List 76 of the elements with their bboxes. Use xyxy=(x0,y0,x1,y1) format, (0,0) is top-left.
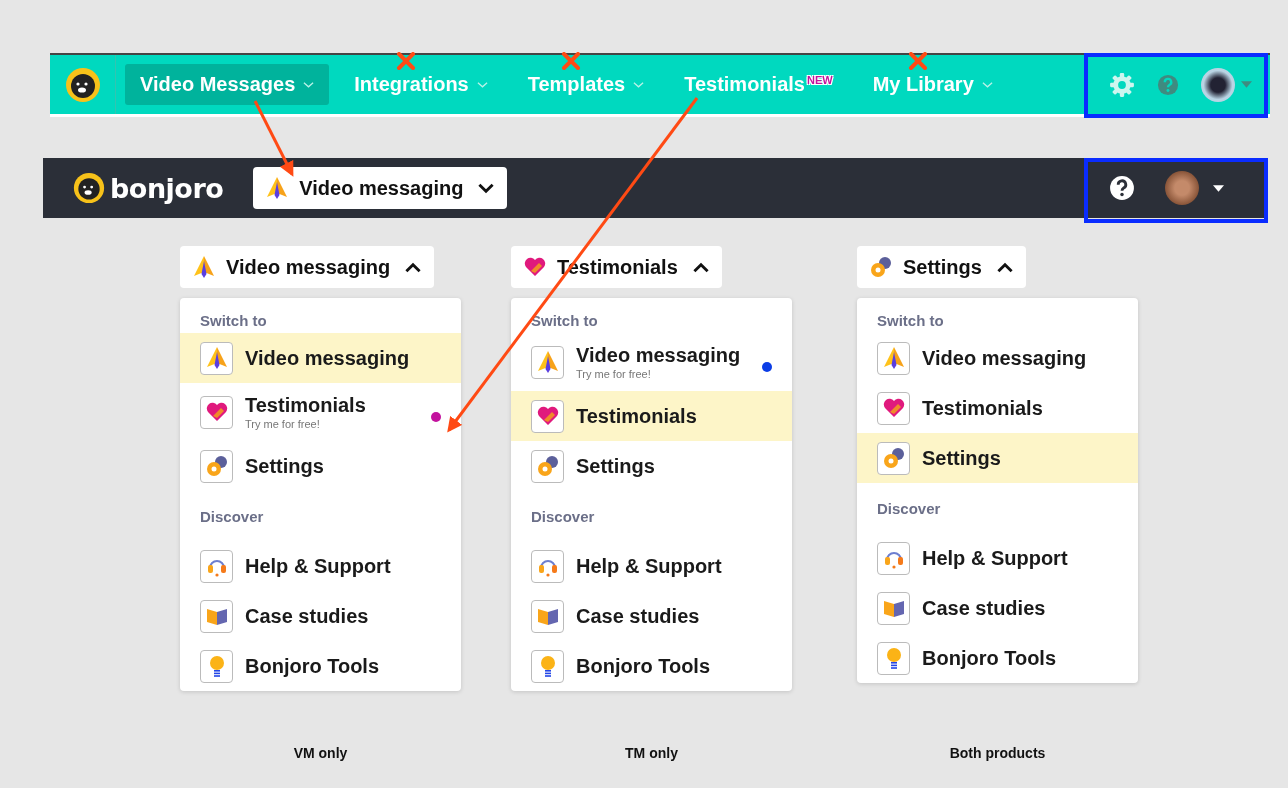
rocket-icon xyxy=(531,345,564,379)
menu-item-label: Help & Support xyxy=(576,554,722,578)
section-heading: Discover xyxy=(530,507,596,527)
gear-icon xyxy=(200,449,233,483)
section-heading: Switch to xyxy=(530,311,599,331)
menu-item-label: Settings xyxy=(245,454,324,478)
menu-item[interactable]: Video messaging xyxy=(857,333,1138,383)
product-switcher-button[interactable]: Video messaging xyxy=(180,246,435,288)
column-caption: Both products xyxy=(949,745,1046,761)
column-caption: VM only xyxy=(293,745,348,761)
menu-item[interactable]: Testimonials xyxy=(857,383,1138,433)
gear-icon xyxy=(869,255,893,279)
menu-item-label: Bonjoro Tools xyxy=(245,654,380,678)
product-switcher-button[interactable]: Settings xyxy=(857,246,1026,288)
headset-icon xyxy=(877,541,910,575)
heart-icon xyxy=(523,255,547,279)
help-icon[interactable] xyxy=(1109,175,1135,201)
rocket-icon xyxy=(877,341,910,375)
gear-icon xyxy=(877,441,910,475)
lightbulb-icon xyxy=(877,641,910,675)
menu-item-label: Video messaging xyxy=(245,346,410,370)
section-heading: Switch to xyxy=(876,311,945,331)
menu-item[interactable]: Settings xyxy=(857,433,1138,483)
brand-name: bonjoro xyxy=(110,172,224,204)
menu-item[interactable]: Help & Support xyxy=(511,541,792,591)
menu-item[interactable]: Settings xyxy=(180,441,461,491)
menu-item[interactable]: Testimonials Try me for free! xyxy=(180,383,461,441)
menu-item[interactable]: Video messaging xyxy=(180,333,461,383)
product-switcher-button[interactable]: Video messaging xyxy=(253,167,508,209)
menu-item[interactable]: Help & Support xyxy=(857,533,1138,583)
bear-logo-icon xyxy=(73,172,105,204)
menu-item[interactable]: Bonjoro Tools xyxy=(180,641,461,691)
caret-icon[interactable] xyxy=(1213,184,1224,192)
menu-item[interactable]: Case studies xyxy=(180,591,461,641)
lightbulb-icon xyxy=(531,649,564,683)
lightbulb-icon xyxy=(200,649,233,683)
menu-item-label: Case studies xyxy=(576,604,700,628)
book-icon xyxy=(877,591,910,625)
menu-item-label: Testimonials xyxy=(245,394,366,417)
book-icon xyxy=(200,599,233,633)
menu-item[interactable]: Help & Support xyxy=(180,541,461,591)
menu-item-label: Case studies xyxy=(922,596,1046,620)
section-heading: Discover xyxy=(876,499,942,519)
bear-logo-icon[interactable] xyxy=(64,66,101,103)
section-heading: Switch to xyxy=(199,311,268,331)
rocket-icon xyxy=(200,341,233,375)
menu-item-label: Testimonials xyxy=(922,396,1043,420)
rocket-icon xyxy=(265,176,290,200)
menu-item[interactable]: Bonjoro Tools xyxy=(511,641,792,691)
menu-item-label: Help & Support xyxy=(245,554,391,578)
menu-item[interactable]: Video messaging Try me for free! xyxy=(511,333,792,391)
menu-item-label: Bonjoro Tools xyxy=(922,646,1057,670)
menu-item-label: Bonjoro Tools xyxy=(576,654,711,678)
avatar[interactable] xyxy=(1165,171,1199,205)
headset-icon xyxy=(531,549,564,583)
menu-item[interactable]: Bonjoro Tools xyxy=(857,633,1138,683)
gear-icon xyxy=(531,449,564,483)
menu-item[interactable]: Settings xyxy=(511,441,792,491)
menu-item[interactable]: Testimonials xyxy=(511,391,792,441)
menu-item[interactable]: Case studies xyxy=(511,591,792,641)
menu-item-label: Testimonials xyxy=(576,404,697,428)
avatar[interactable] xyxy=(1201,67,1235,102)
menu-item[interactable]: Case studies xyxy=(857,583,1138,633)
menu-item-subtitle: Try me for free! xyxy=(245,418,321,430)
menu-item-label: Case studies xyxy=(245,604,369,628)
menu-item-label: Video messaging xyxy=(922,346,1087,370)
menu-item-label: Settings xyxy=(576,454,655,478)
menu-item-label: Help & Support xyxy=(922,546,1068,570)
rocket-icon xyxy=(192,255,216,279)
menu-item-label: Settings xyxy=(922,446,1001,470)
headset-icon xyxy=(200,549,233,583)
column-caption: TM only xyxy=(625,745,678,761)
book-icon xyxy=(531,599,564,633)
menu-item-subtitle: Try me for free! xyxy=(576,368,652,380)
section-heading: Discover xyxy=(199,507,265,527)
menu-item-label: Video messaging xyxy=(576,344,741,367)
